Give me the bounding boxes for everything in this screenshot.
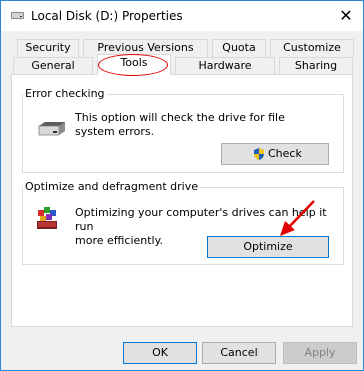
uac-shield-icon: [252, 147, 266, 168]
tab-general[interactable]: General: [13, 57, 93, 75]
title-bar[interactable]: Local Disk (D:) Properties ✕: [1, 1, 363, 31]
drive-icon: [10, 10, 26, 25]
tab-quota[interactable]: Quota: [212, 39, 266, 57]
check-button-label: Check: [268, 147, 302, 160]
optimize-button[interactable]: Optimize: [207, 236, 329, 258]
error-checking-group: Error checking This option will check th…: [22, 87, 344, 173]
cancel-button[interactable]: Cancel: [202, 342, 276, 364]
tools-tab-highlight-ellipse: [98, 54, 168, 76]
error-checking-description-line2: system errors.: [75, 125, 155, 138]
window-title: Local Disk (D:) Properties: [31, 9, 183, 23]
check-button[interactable]: Check: [221, 143, 329, 165]
hard-drive-icon: [37, 119, 67, 142]
tab-sharing[interactable]: Sharing: [279, 57, 353, 75]
error-checking-title: Error checking: [23, 87, 107, 100]
tools-tab-pane: Error checking This option will check th…: [11, 74, 353, 327]
tab-hardware[interactable]: Hardware: [175, 57, 275, 75]
defrag-icon: [35, 205, 63, 236]
apply-button[interactable]: Apply: [283, 342, 357, 364]
red-arrow-annotation: [280, 200, 315, 236]
properties-window: Local Disk (D:) Properties ✕ Security Pr…: [0, 0, 364, 371]
tab-security[interactable]: Security: [17, 39, 79, 57]
close-button[interactable]: ✕: [335, 5, 357, 27]
optimize-title: Optimize and defragment drive: [23, 180, 200, 193]
tab-customize[interactable]: Customize: [270, 39, 354, 57]
error-checking-description-line1: This option will check the drive for fil…: [75, 111, 285, 124]
ok-button[interactable]: OK: [123, 342, 197, 364]
